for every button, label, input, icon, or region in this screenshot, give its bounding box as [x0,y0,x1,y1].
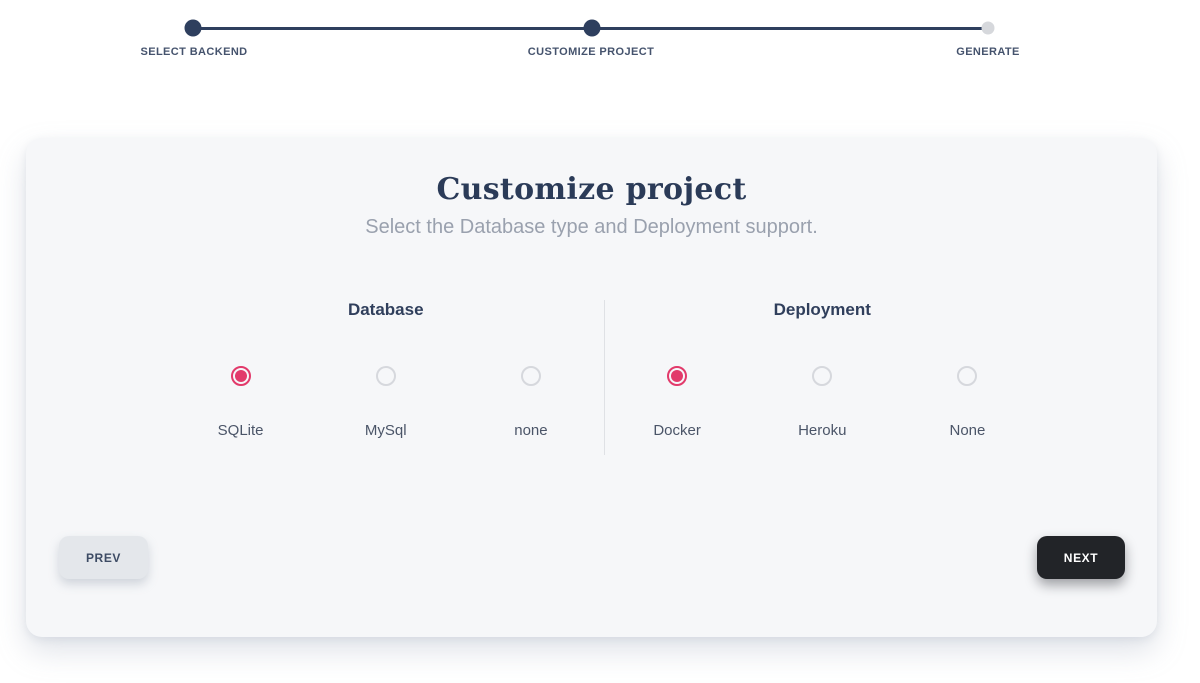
radio-option-heroku[interactable]: Heroku [750,366,895,439]
database-group-heading: Database [168,300,604,320]
radio-circle-docker[interactable] [667,366,687,386]
option-groups: Database SQLite MySql none [168,300,1040,455]
radio-circle-mysql[interactable] [376,366,396,386]
option-label-sqlite: SQLite [218,422,264,439]
radio-option-docker[interactable]: Docker [605,366,750,439]
radio-group-deployment: Deployment Docker Heroku None [605,300,1041,455]
prev-button[interactable]: PREV [59,536,148,579]
radio-circle-sqlite[interactable] [231,366,251,386]
radio-option-db-none[interactable]: none [458,366,603,439]
radio-group-database: Database SQLite MySql none [168,300,605,455]
step-label-select-backend: SELECT BACKEND [140,46,247,58]
database-options-row: SQLite MySql none [168,366,604,439]
option-label-deploy-none: None [950,422,986,439]
step-dot-select-backend [185,20,202,37]
radio-circle-deploy-none[interactable] [957,366,977,386]
deployment-options-row: Docker Heroku None [605,366,1041,439]
step-label-generate: GENERATE [956,46,1020,58]
next-button[interactable]: NEXT [1037,536,1125,579]
option-label-db-none: none [514,422,547,439]
option-label-heroku: Heroku [798,422,846,439]
radio-circle-db-none[interactable] [521,366,541,386]
page-subtitle: Select the Database type and Deployment … [26,216,1157,239]
step-label-customize-project: CUSTOMIZE PROJECT [528,46,654,58]
option-label-mysql: MySql [365,422,407,439]
page-title: Customize project [26,172,1157,207]
radio-option-sqlite[interactable]: SQLite [168,366,313,439]
radio-circle-heroku[interactable] [812,366,832,386]
radio-option-deploy-none[interactable]: None [895,366,1040,439]
deployment-group-heading: Deployment [605,300,1041,320]
wizard-page: SELECT BACKEND CUSTOMIZE PROJECT GENERAT… [0,0,1200,683]
customize-project-card: Customize project Select the Database ty… [26,138,1157,637]
step-dot-customize-project [584,20,601,37]
stepper: SELECT BACKEND CUSTOMIZE PROJECT GENERAT… [0,0,1200,80]
radio-option-mysql[interactable]: MySql [313,366,458,439]
step-dot-generate [982,22,995,35]
option-label-docker: Docker [653,422,701,439]
